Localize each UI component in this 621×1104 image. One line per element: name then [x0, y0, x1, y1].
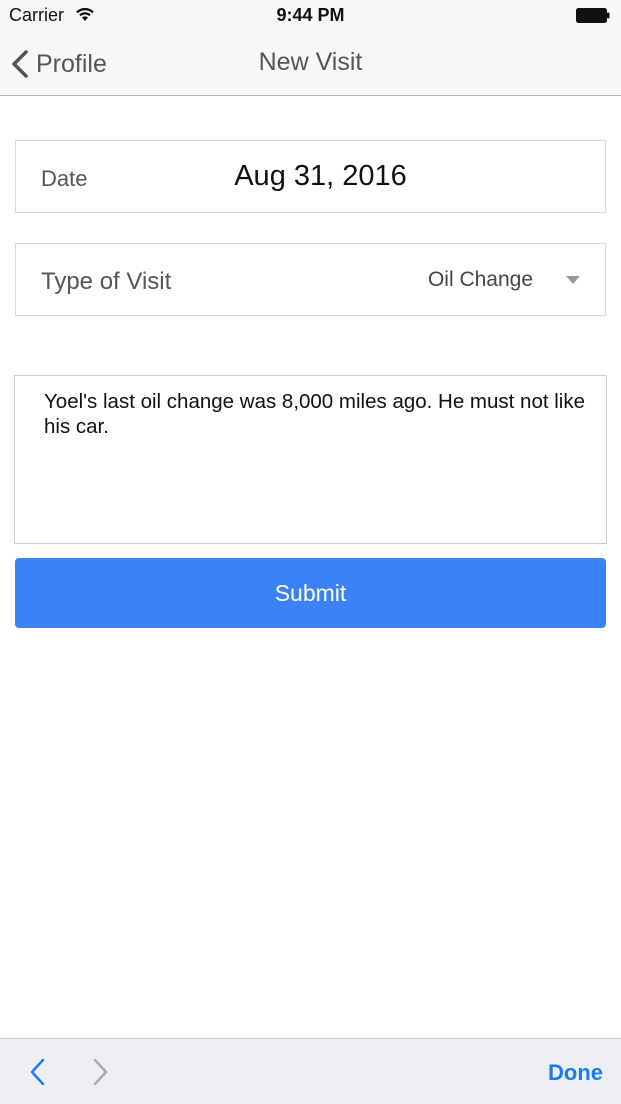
- status-bar: Carrier 9:44 PM: [0, 0, 621, 32]
- visit-type-value[interactable]: Oil Change: [428, 268, 533, 292]
- navigation-bar: Profile New Visit: [0, 32, 621, 96]
- battery-icon: [576, 8, 610, 23]
- status-time: 9:44 PM: [276, 5, 345, 25]
- notes-textarea[interactable]: Yoel's last oil change was 8,000 miles a…: [14, 375, 607, 544]
- date-value[interactable]: Aug 31, 2016: [16, 160, 621, 193]
- submit-button[interactable]: Submit: [15, 558, 606, 628]
- page-title: New Visit: [258, 48, 363, 76]
- done-button[interactable]: Done: [548, 1060, 603, 1086]
- date-field[interactable]: Date Aug 31, 2016: [15, 140, 606, 213]
- dropdown-arrow-icon[interactable]: [566, 276, 580, 284]
- previous-field-icon[interactable]: [28, 1057, 48, 1087]
- visit-type-select[interactable]: Type of Visit Oil Change: [15, 243, 606, 316]
- visit-type-label: Type of Visit: [41, 268, 172, 295]
- keyboard-accessory-bar: Done: [0, 1038, 621, 1104]
- next-field-icon[interactable]: [90, 1057, 110, 1087]
